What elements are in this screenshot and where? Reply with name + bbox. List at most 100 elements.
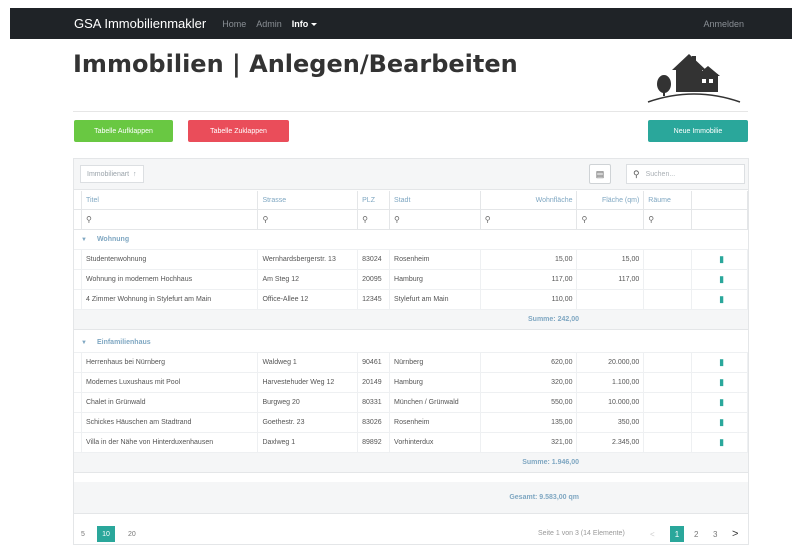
cell-wohnflaeche: 135,00 xyxy=(481,413,578,432)
table-row[interactable]: 4 Zimmer Wohnung in Stylefurt am Main Of… xyxy=(74,290,748,310)
grid-search-input[interactable]: ⚲ Suchen... xyxy=(626,164,745,184)
trash-icon: ▮ xyxy=(719,274,725,284)
column-header-raeume[interactable]: Räume xyxy=(644,191,693,209)
property-grid: Immobilienart ↑ ▤ ⚲ Suchen... Titel Stra… xyxy=(73,158,749,545)
group-by-chip[interactable]: Immobilienart ↑ xyxy=(80,165,144,183)
column-header-row: Titel Strasse PLZ Stadt Wohnfläche Fläch… xyxy=(74,191,748,210)
search-icon: ⚲ xyxy=(648,215,655,224)
nav-info-dropdown[interactable]: Info xyxy=(292,19,318,29)
page-size-5[interactable]: 5 xyxy=(81,526,85,542)
cell-wohnflaeche: 117,00 xyxy=(481,270,578,289)
table-row[interactable]: Wohnung in modernem Hochhaus Am Steg 12 … xyxy=(74,270,748,290)
login-link[interactable]: Anmelden xyxy=(703,19,744,29)
delete-button[interactable]: ▮ xyxy=(692,393,748,412)
cell-wohnflaeche: 620,00 xyxy=(481,353,578,372)
group-header-einfamilienhaus[interactable]: ▼ Einfamilienhaus xyxy=(74,333,748,353)
column-header-strasse[interactable]: Strasse xyxy=(258,191,359,209)
table-row[interactable]: Herrenhaus bei Nürnberg Waldweg 1 90461 … xyxy=(74,353,748,373)
filter-raeume[interactable]: ⚲ xyxy=(644,210,693,229)
brand[interactable]: GSA Immobilienmakler xyxy=(74,16,206,31)
page-info: Seite 1 von 3 (14 Elemente) xyxy=(538,530,625,537)
nav-home[interactable]: Home xyxy=(222,19,246,29)
delete-button[interactable]: ▮ xyxy=(692,250,748,269)
page-size-20[interactable]: 20 xyxy=(128,526,136,542)
collapse-table-button[interactable]: Tabelle Zuklappen xyxy=(188,120,289,142)
table-row[interactable]: Modernes Luxushaus mit Pool Harvestehude… xyxy=(74,373,748,393)
cell-stadt: Hamburg xyxy=(390,270,481,289)
search-icon: ⚲ xyxy=(484,215,491,224)
page-2-button[interactable]: 2 xyxy=(694,526,698,542)
cell-plz: 20149 xyxy=(358,373,391,392)
expand-table-button[interactable]: Tabelle Aufklappen xyxy=(74,120,173,142)
search-icon: ⚲ xyxy=(362,215,368,224)
delete-button[interactable]: ▮ xyxy=(692,413,748,432)
filter-wohnflaeche[interactable]: ⚲ xyxy=(481,210,578,229)
column-header-flaeche[interactable]: Fläche (qm) xyxy=(577,191,645,209)
filter-titel[interactable]: ⚲ xyxy=(82,210,259,229)
search-icon: ⚲ xyxy=(262,215,269,224)
delete-button[interactable]: ▮ xyxy=(692,433,748,452)
page-size-10[interactable]: 10 xyxy=(97,526,115,542)
navbar: GSA Immobilienmakler Home Admin Info Anm… xyxy=(10,8,792,39)
column-header-titel[interactable]: Titel xyxy=(82,191,259,209)
total-row: Gesamt: 9.583,00 qm xyxy=(74,482,748,514)
cell-stadt: Vorhinterdux xyxy=(390,433,481,452)
delete-button[interactable]: ▮ xyxy=(692,373,748,392)
row-spacer xyxy=(74,373,82,392)
cell-titel: Wohnung in modernem Hochhaus xyxy=(82,270,259,289)
search-icon: ⚲ xyxy=(85,215,92,224)
group-sum-row: Summe: 1.946,00 xyxy=(74,453,748,473)
cell-strasse: Am Steg 12 xyxy=(258,270,359,289)
new-property-button[interactable]: Neue Immobilie xyxy=(648,120,748,142)
export-button[interactable]: ▤ xyxy=(589,164,611,184)
cell-titel: Modernes Luxushaus mit Pool xyxy=(82,373,259,392)
cell-flaeche xyxy=(577,290,645,309)
cell-plz: 83026 xyxy=(358,413,391,432)
filter-flaeche[interactable]: ⚲ xyxy=(577,210,645,229)
header-actions xyxy=(692,191,748,209)
cell-stadt: Nürnberg xyxy=(390,353,481,372)
trash-icon: ▮ xyxy=(719,417,725,427)
delete-button[interactable]: ▮ xyxy=(692,270,748,289)
divider xyxy=(73,111,748,112)
table-row[interactable]: Chalet in Grünwald Burgweg 20 80331 Münc… xyxy=(74,393,748,413)
cell-titel: 4 Zimmer Wohnung in Stylefurt am Main xyxy=(82,290,259,309)
cell-titel: Schickes Häuschen am Stadtrand xyxy=(82,413,259,432)
table-row[interactable]: Schickes Häuschen am Stadtrand Goethestr… xyxy=(74,413,748,433)
nav-admin[interactable]: Admin xyxy=(256,19,282,29)
table-row[interactable]: Villa in der Nähe von Hinterduxenhausen … xyxy=(74,433,748,453)
filter-plz[interactable]: ⚲ xyxy=(358,210,391,229)
grand-total: Gesamt: 9.583,00 qm xyxy=(509,494,579,501)
next-page-button[interactable]: > xyxy=(732,526,738,542)
cell-strasse: Wernhardsbergerstr. 13 xyxy=(258,250,359,269)
delete-button[interactable]: ▮ xyxy=(692,290,748,309)
column-header-stadt[interactable]: Stadt xyxy=(390,191,481,209)
page-3-button[interactable]: 3 xyxy=(713,526,717,542)
cell-stadt: München / Grünwald xyxy=(390,393,481,412)
group-name: Wohnung xyxy=(96,236,130,243)
group-by-label: Immobilienart xyxy=(87,170,130,178)
cell-strasse: Burgweg 20 xyxy=(258,393,359,412)
filter-strasse[interactable]: ⚲ xyxy=(258,210,359,229)
group-header-wohnung[interactable]: ▼ Wohnung xyxy=(74,230,748,250)
prev-page-button[interactable]: < xyxy=(650,526,655,542)
sort-up-icon: ↑ xyxy=(133,170,137,178)
cell-strasse: Waldweg 1 xyxy=(258,353,359,372)
cell-wohnflaeche: 320,00 xyxy=(481,373,578,392)
column-header-plz[interactable]: PLZ xyxy=(358,191,391,209)
cell-wohnflaeche: 321,00 xyxy=(481,433,578,452)
trash-icon: ▮ xyxy=(719,397,725,407)
row-spacer xyxy=(74,250,82,269)
delete-button[interactable]: ▮ xyxy=(692,353,748,372)
row-spacer xyxy=(74,353,82,372)
cell-flaeche: 1.100,00 xyxy=(577,373,645,392)
cell-titel: Studentenwohnung xyxy=(82,250,259,269)
row-spacer xyxy=(74,393,82,412)
cell-raeume xyxy=(644,433,693,452)
filter-stadt[interactable]: ⚲ xyxy=(390,210,481,229)
column-header-wohnflaeche[interactable]: Wohnfläche xyxy=(481,191,578,209)
grid-toolbar: Immobilienart ↑ ▤ ⚲ Suchen... xyxy=(74,159,748,190)
table-row[interactable]: Studentenwohnung Wernhardsbergerstr. 13 … xyxy=(74,250,748,270)
cell-stadt: Hamburg xyxy=(390,373,481,392)
page-1-button[interactable]: 1 xyxy=(670,526,684,542)
